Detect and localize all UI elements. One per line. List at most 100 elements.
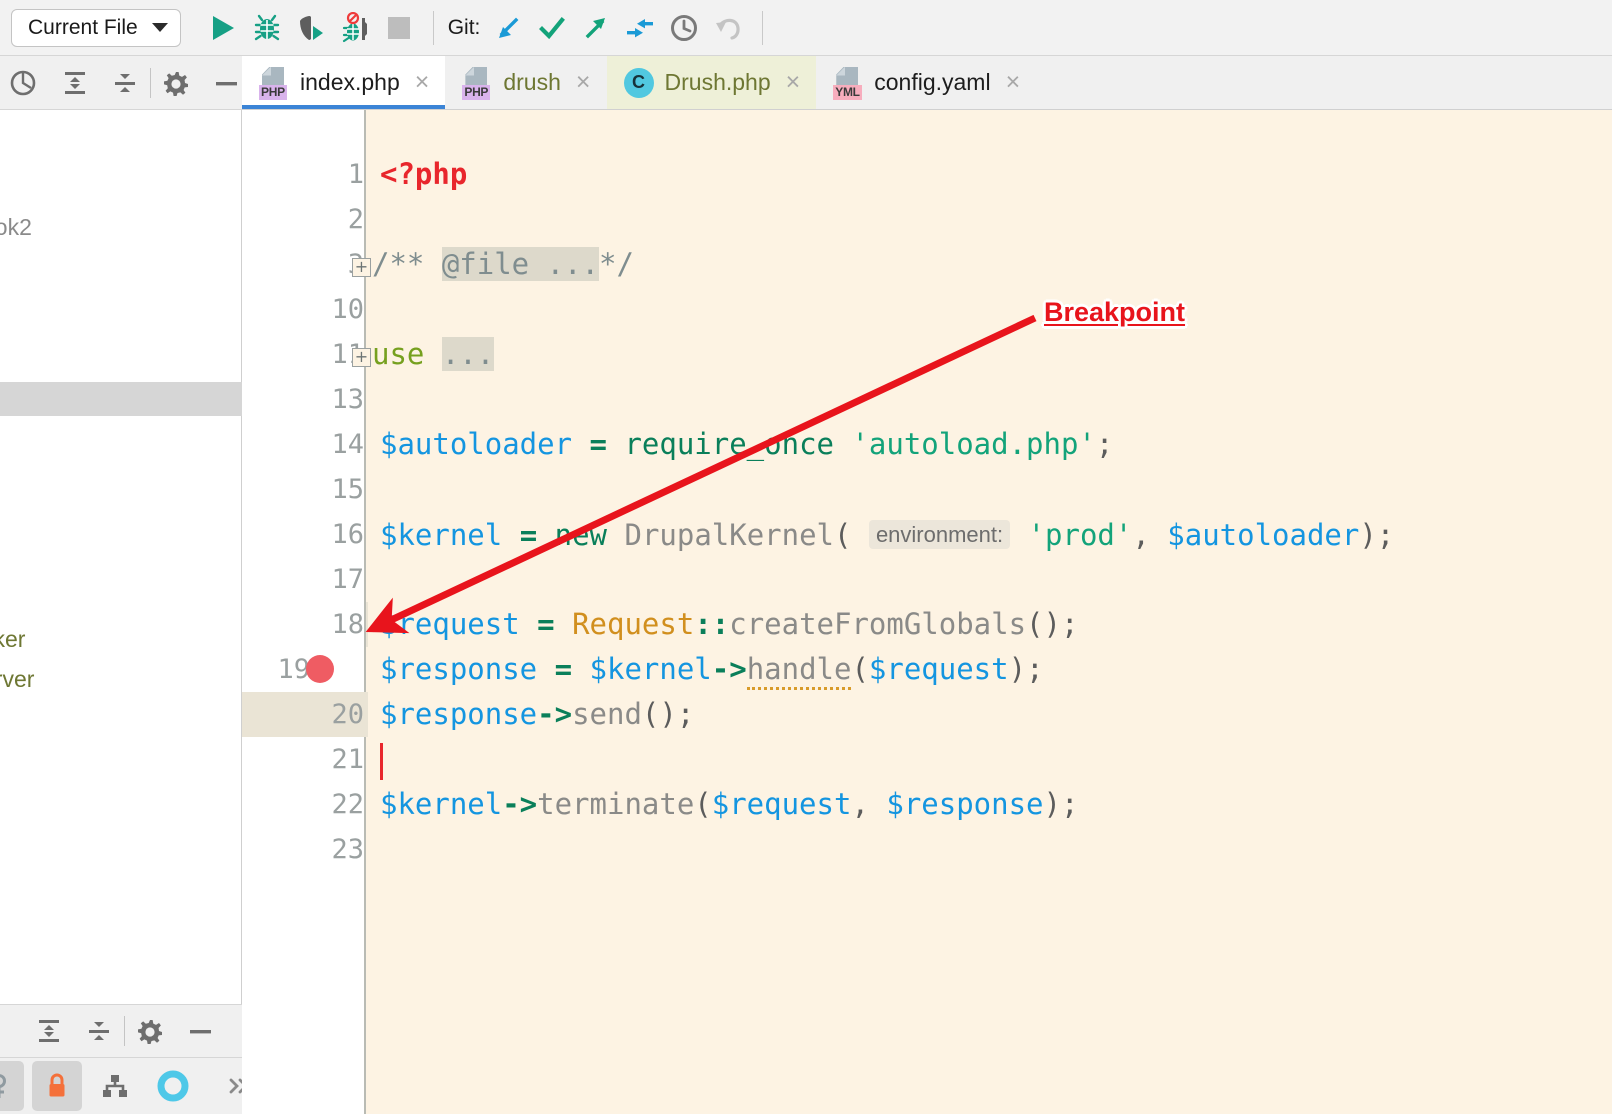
run-configuration-selector[interactable]: Current File bbox=[11, 8, 181, 47]
tab-drush-php[interactable]: C Drush.php × bbox=[606, 56, 817, 109]
stop-button[interactable] bbox=[377, 6, 421, 50]
close-icon[interactable]: × bbox=[415, 70, 430, 95]
php-open-tag: <?php bbox=[380, 157, 468, 191]
php-file-icon: PHP bbox=[259, 66, 289, 100]
string-prod: 'prod' bbox=[1027, 518, 1133, 552]
fold-expand-icon[interactable]: + bbox=[352, 258, 371, 277]
code-editor[interactable]: 1 2 3 10 11 13 14 15 16 17 18 19 20 21 2… bbox=[242, 110, 1612, 1114]
semicolon: ; bbox=[1095, 427, 1114, 461]
close-icon[interactable]: × bbox=[576, 70, 591, 95]
settings-button-2[interactable] bbox=[125, 1006, 175, 1056]
class-request: Request bbox=[572, 607, 695, 641]
push-button[interactable] bbox=[574, 6, 618, 50]
tree-item-2[interactable]: erver bbox=[0, 666, 34, 693]
bug-muted-icon bbox=[342, 11, 367, 42]
class-icon: C bbox=[623, 67, 654, 98]
variable-request: $request bbox=[380, 607, 520, 641]
debug-button[interactable] bbox=[245, 6, 289, 50]
tab-config-yaml[interactable]: YML config.yaml × bbox=[816, 56, 1036, 109]
breakpoint-marker[interactable] bbox=[306, 655, 334, 683]
settings-button[interactable] bbox=[151, 58, 201, 108]
code-line-1: <?php bbox=[380, 152, 467, 197]
bug-icon bbox=[254, 14, 279, 40]
key-status-button[interactable] bbox=[0, 1061, 24, 1111]
code-line-3: +/** @file ...*/ bbox=[352, 242, 634, 287]
collapse-all-icon bbox=[115, 73, 135, 92]
close-icon[interactable]: × bbox=[786, 70, 801, 95]
method-terminate: terminate bbox=[537, 787, 695, 821]
tab-label: Drush.php bbox=[664, 69, 771, 95]
line-number: 18 bbox=[331, 609, 364, 640]
tree-item-1[interactable]: cker bbox=[0, 626, 25, 653]
run-configuration-label: Current File bbox=[28, 15, 138, 39]
editor-text-area[interactable]: <?php +/** @file ...*/ + use ... $autoloa… bbox=[352, 110, 1612, 1114]
variable-response-arg: $response bbox=[886, 787, 1044, 821]
circle-icon bbox=[157, 1070, 189, 1102]
pull-request-button[interactable] bbox=[618, 6, 662, 50]
editor-gutter[interactable]: 1 2 3 10 11 13 14 15 16 17 18 19 20 21 2… bbox=[242, 110, 366, 1114]
stop-square-icon bbox=[387, 16, 410, 39]
parens-semicolon: (); bbox=[641, 697, 695, 731]
line-number: 17 bbox=[331, 564, 364, 595]
lock-icon bbox=[49, 1073, 65, 1097]
shield-run-icon bbox=[299, 15, 323, 40]
branch-status-button[interactable] bbox=[90, 1061, 140, 1111]
tree-selected-row[interactable] bbox=[0, 382, 242, 416]
arrow-operator: -> bbox=[502, 787, 538, 821]
tree-item-0[interactable]: ook2 bbox=[0, 214, 32, 241]
run-with-coverage-button[interactable] bbox=[289, 6, 333, 50]
ide-window: Current File Git: ok2 er ver PHP index.p… bbox=[0, 0, 1612, 1114]
line-number: 23 bbox=[331, 834, 364, 865]
mute-breakpoints-button[interactable] bbox=[333, 6, 377, 50]
comment-close: */ bbox=[598, 247, 634, 281]
line-number: 22 bbox=[331, 789, 364, 820]
tab-index-php[interactable]: PHP index.php × bbox=[242, 56, 446, 109]
code-line-18: $request = Request::createFromGlobals(); bbox=[380, 602, 1078, 647]
locate-icon bbox=[10, 70, 36, 95]
line-number: 2 bbox=[347, 204, 364, 235]
run-button[interactable] bbox=[201, 6, 245, 50]
expand-all-button[interactable] bbox=[50, 58, 100, 108]
open-paren: ( bbox=[851, 652, 869, 686]
indexing-status-button[interactable] bbox=[148, 1061, 198, 1111]
method-send: send bbox=[572, 697, 642, 731]
active-tab-underline bbox=[242, 105, 446, 109]
close-icon[interactable]: × bbox=[1006, 70, 1021, 95]
collapse-all-button-2[interactable] bbox=[74, 1006, 124, 1056]
fold-placeholder[interactable]: ... bbox=[441, 337, 495, 371]
assign-operator: = bbox=[537, 607, 555, 641]
close-paren-semicolon: ); bbox=[1008, 652, 1044, 686]
class-drupalkernel: DrupalKernel bbox=[624, 518, 834, 552]
expand-all-button-2[interactable] bbox=[24, 1006, 74, 1056]
tab-label: index.php bbox=[300, 69, 400, 95]
variable-kernel-ref-2: $kernel bbox=[380, 787, 503, 821]
php-badge: PHP bbox=[259, 84, 287, 100]
locate-button[interactable] bbox=[0, 58, 50, 108]
clock-icon bbox=[671, 14, 698, 41]
yml-badge: YML bbox=[833, 84, 862, 100]
arrow-down-left-icon bbox=[499, 17, 519, 38]
fold-placeholder[interactable]: @file ... bbox=[441, 247, 599, 281]
lock-status-button[interactable] bbox=[32, 1061, 82, 1111]
use-keyword: use bbox=[372, 337, 442, 371]
toolbar-divider bbox=[432, 10, 434, 45]
history-button[interactable] bbox=[662, 6, 706, 50]
hide-panel-button-2[interactable] bbox=[175, 1006, 225, 1056]
code-line-11: + use ... bbox=[352, 332, 495, 377]
tab-drush[interactable]: PHP drush × bbox=[445, 56, 606, 109]
commit-button[interactable] bbox=[530, 6, 574, 50]
line-number: 11 bbox=[331, 339, 364, 370]
collapse-all-button[interactable] bbox=[100, 58, 150, 108]
toolbar-divider-2 bbox=[762, 10, 764, 45]
key-icon bbox=[0, 1074, 6, 1098]
arrow-up-right-icon bbox=[585, 17, 606, 38]
line-number: 10 bbox=[331, 294, 364, 325]
line-number: 21 bbox=[331, 744, 364, 775]
rollback-button[interactable] bbox=[706, 6, 750, 50]
minimize-icon bbox=[190, 1030, 211, 1034]
open-paren: ( bbox=[834, 518, 852, 552]
fold-expand-icon[interactable]: + bbox=[352, 348, 371, 367]
update-project-button[interactable] bbox=[486, 6, 530, 50]
code-line-19: $response = $kernel->handle($request); bbox=[380, 647, 1044, 692]
variable-kernel-ref: $kernel bbox=[589, 652, 712, 686]
